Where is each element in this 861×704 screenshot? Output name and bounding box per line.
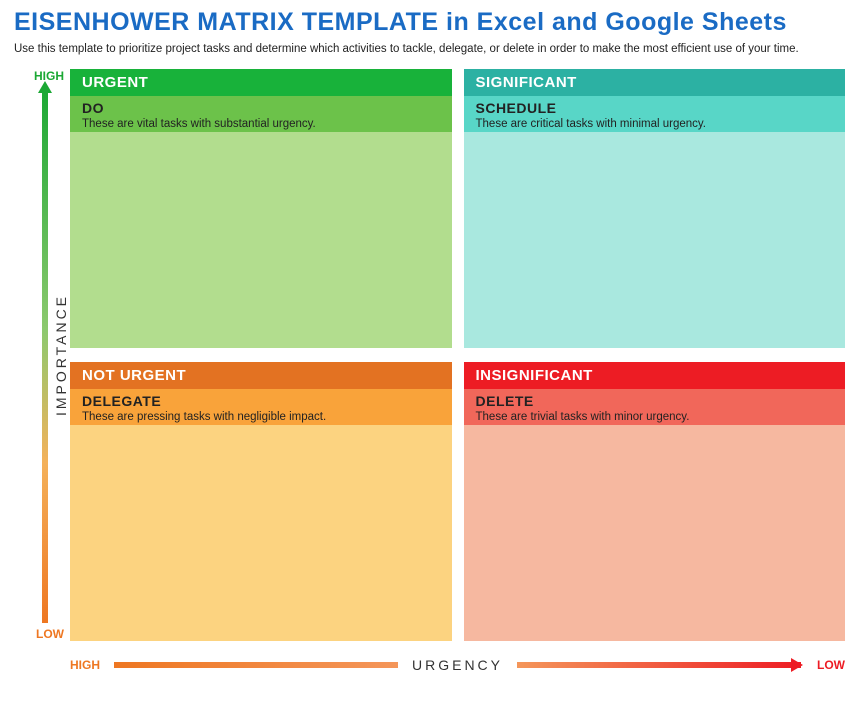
quadrant-description: These are vital tasks with substantial u… bbox=[82, 116, 440, 130]
x-axis: HIGH URGENCY LOW bbox=[70, 651, 845, 679]
quadrant-category: SIGNIFICANT bbox=[464, 69, 846, 96]
quadrant-action: DELEGATE bbox=[82, 393, 440, 409]
quadrant-action: DO bbox=[82, 100, 440, 116]
quadrant-body[interactable] bbox=[464, 132, 846, 348]
quadrant-category: URGENT bbox=[70, 69, 452, 96]
x-axis-gradient-bar-right bbox=[517, 662, 801, 668]
y-axis-label: IMPORTANCE bbox=[53, 294, 69, 416]
quadrant-body[interactable] bbox=[464, 425, 846, 641]
page-subtitle: Use this template to prioritize project … bbox=[14, 43, 847, 55]
quadrant-description: These are trivial tasks with minor urgen… bbox=[476, 409, 834, 423]
quadrant-action: SCHEDULE bbox=[476, 100, 834, 116]
quadrant-subheader: DELEGATE These are pressing tasks with n… bbox=[70, 389, 452, 425]
quadrant-significant-schedule: SIGNIFICANT SCHEDULE These are critical … bbox=[464, 69, 846, 348]
x-axis-gradient-bar-left bbox=[114, 662, 398, 668]
page-title: EISENHOWER MATRIX TEMPLATE in Excel and … bbox=[14, 8, 847, 37]
quadrant-description: These are critical tasks with minimal ur… bbox=[476, 116, 834, 130]
x-axis-high-label: HIGH bbox=[70, 658, 114, 672]
quadrant-insignificant-delete: INSIGNIFICANT DELETE These are trivial t… bbox=[464, 362, 846, 641]
quadrant-body[interactable] bbox=[70, 132, 452, 348]
matrix-grid: URGENT DO These are vital tasks with sub… bbox=[70, 69, 845, 641]
x-axis-label: URGENCY bbox=[398, 657, 517, 673]
matrix-container: HIGH IMPORTANCE LOW URGENT DO These are … bbox=[14, 69, 847, 641]
quadrant-subheader: DO These are vital tasks with substantia… bbox=[70, 96, 452, 132]
quadrant-not-urgent-delegate: NOT URGENT DELEGATE These are pressing t… bbox=[70, 362, 452, 641]
x-axis-low-label: LOW bbox=[801, 658, 845, 672]
quadrant-body[interactable] bbox=[70, 425, 452, 641]
quadrant-category: NOT URGENT bbox=[70, 362, 452, 389]
y-axis: HIGH IMPORTANCE LOW bbox=[14, 69, 70, 641]
quadrant-subheader: SCHEDULE These are critical tasks with m… bbox=[464, 96, 846, 132]
arrow-right-icon bbox=[791, 658, 803, 672]
quadrant-action: DELETE bbox=[476, 393, 834, 409]
y-axis-gradient-bar bbox=[42, 89, 48, 623]
quadrant-subheader: DELETE These are trivial tasks with mino… bbox=[464, 389, 846, 425]
y-axis-low-label: LOW bbox=[36, 627, 64, 641]
quadrant-description: These are pressing tasks with negligible… bbox=[82, 409, 440, 423]
quadrant-urgent-do: URGENT DO These are vital tasks with sub… bbox=[70, 69, 452, 348]
quadrant-category: INSIGNIFICANT bbox=[464, 362, 846, 389]
